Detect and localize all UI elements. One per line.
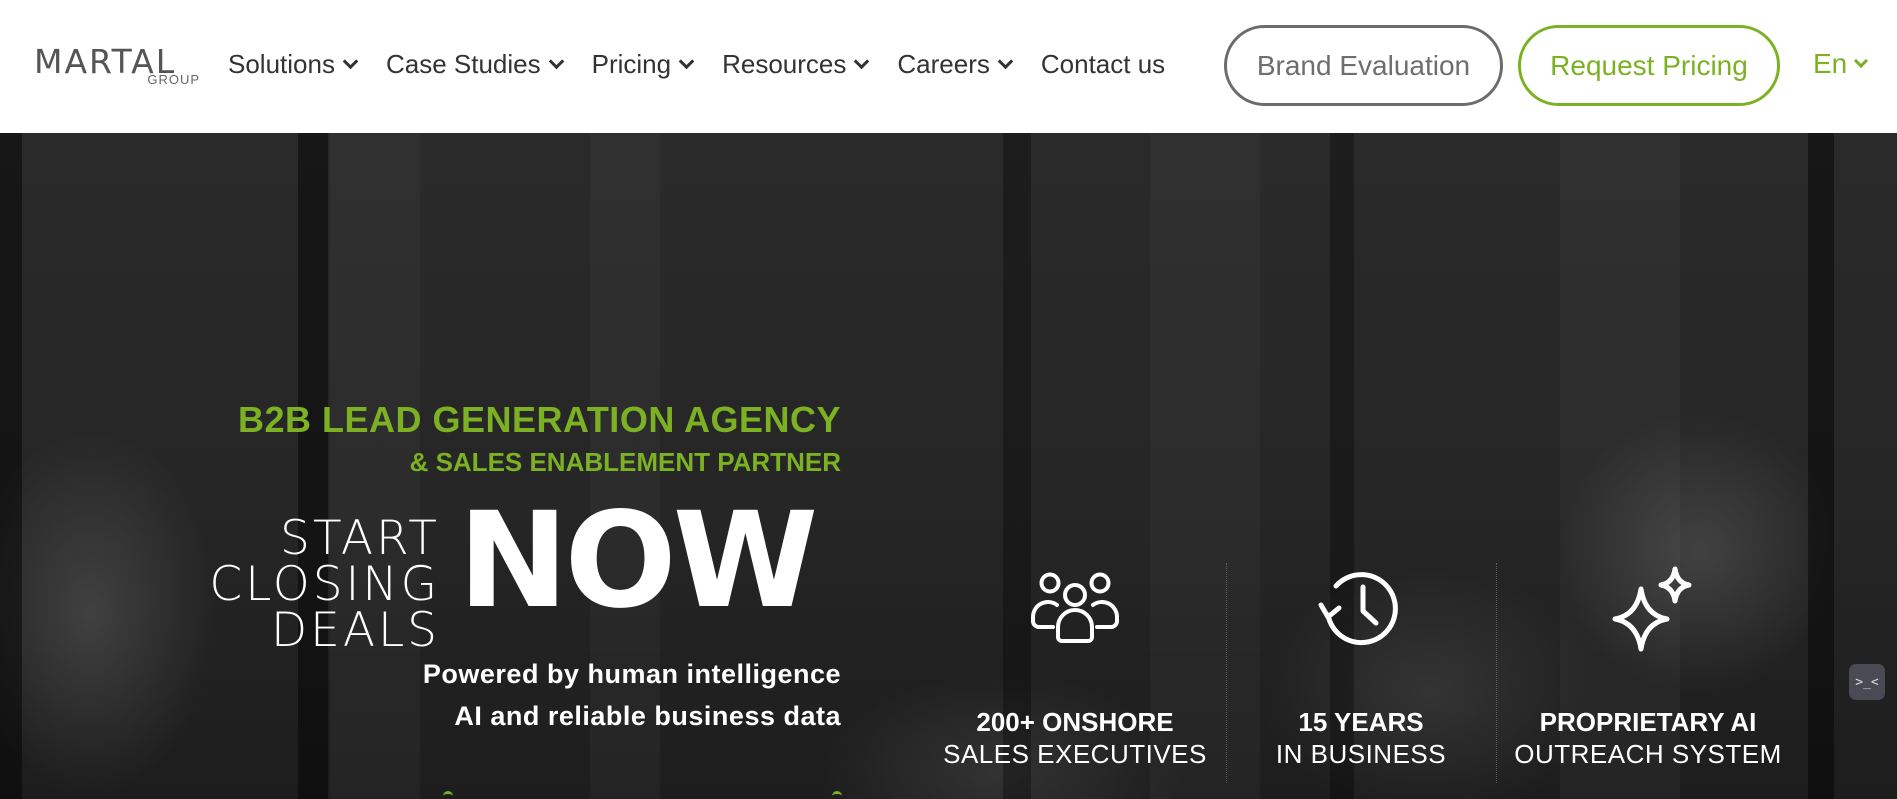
chevron-down-icon xyxy=(997,53,1014,70)
chat-widget-icon[interactable]: >_< xyxy=(1849,664,1885,700)
brand-evaluation-button[interactable]: Brand Evaluation xyxy=(1224,25,1503,106)
menu-item-contact[interactable]: Contact us xyxy=(1041,49,1165,80)
hero-kicker: B2B LEAD GENERATION AGENCY xyxy=(237,399,841,440)
menu-item-label: Contact us xyxy=(1040,49,1166,79)
stat-light-label: OUTREACH SYSTEM xyxy=(1514,739,1782,769)
team-icon xyxy=(1031,572,1119,643)
sparkles-icon xyxy=(1612,566,1692,652)
stat-light-label: IN BUSINESS xyxy=(1275,739,1447,769)
martal-logo[interactable]: MARTAL GROUP xyxy=(34,42,204,90)
language-label: En xyxy=(1813,48,1848,79)
chevron-down-icon xyxy=(854,53,870,70)
hero-kicker-sub: & SALES ENABLEMENT PARTNER xyxy=(409,447,841,477)
stat-proprietary-ai: PROPRIETARY AI OUTREACH SYSTEM xyxy=(1498,553,1798,770)
chevron-down-icon xyxy=(548,53,564,70)
tagline-line: AI and reliable business data xyxy=(454,701,841,731)
laurel-icon xyxy=(443,791,453,799)
hero-tagline: Powered by human intelligence AI and rel… xyxy=(423,653,841,737)
headline-line: DEALS xyxy=(270,603,440,658)
menu-item-resources[interactable]: Resources xyxy=(722,49,870,80)
chat-widget-label: >_< xyxy=(1855,674,1879,690)
menu-item-pricing[interactable]: Pricing xyxy=(591,49,695,80)
hero-section: B2B LEAD GENERATION AGENCY & SALES ENABL… xyxy=(0,133,1897,799)
stat-light-label: SALES EXECUTIVES xyxy=(943,739,1207,769)
background-pillar xyxy=(0,133,22,799)
chevron-down-icon xyxy=(342,53,359,70)
menu-item-case-studies[interactable]: Case Studies xyxy=(385,49,564,80)
menu-item-careers[interactable]: Careers xyxy=(897,49,1014,80)
tagline-line: Powered by human intelligence xyxy=(422,659,841,689)
hero-headline-start: START CLOSING DEALS xyxy=(40,511,440,658)
menu-item-label: Pricing xyxy=(591,49,672,79)
laurel-icon xyxy=(832,791,842,799)
stat-bold-label: 200+ ONSHORE xyxy=(976,707,1174,737)
background-beam xyxy=(330,133,420,799)
background-pillar xyxy=(298,133,328,799)
background-pillar xyxy=(1808,133,1834,799)
chevron-down-icon xyxy=(1854,53,1869,69)
chevron-down-icon xyxy=(678,53,695,70)
menu-item-label: Resources xyxy=(722,49,847,79)
stat-bold-label: 15 YEARS xyxy=(1298,707,1424,737)
hero-headline-now: NOW xyxy=(458,484,818,638)
stat-sales-executives: 200+ ONSHORE SALES EXECUTIVES xyxy=(925,553,1225,770)
headline-line: START CLOSING xyxy=(209,511,440,612)
menu-item-label: Careers xyxy=(897,49,990,79)
logo-subtitle: GROUP xyxy=(147,72,200,87)
request-pricing-button[interactable]: Request Pricing xyxy=(1518,25,1780,106)
site-header: MARTAL GROUP Solutions Case Studies Pric… xyxy=(0,0,1897,133)
history-clock-icon xyxy=(1318,572,1398,646)
menu-item-label: Case Studies xyxy=(385,49,541,79)
main-menu: Solutions Case Studies Pricing Resources… xyxy=(228,49,1195,80)
menu-item-label: Solutions xyxy=(228,49,335,79)
menu-item-solutions[interactable]: Solutions xyxy=(228,49,359,80)
language-selector[interactable]: En xyxy=(1813,48,1869,80)
stat-bold-label: PROPRIETARY AI xyxy=(1539,707,1757,737)
stat-years-in-business: 15 YEARS IN BUSINESS xyxy=(1211,553,1511,770)
stat-divider xyxy=(1496,563,1497,783)
